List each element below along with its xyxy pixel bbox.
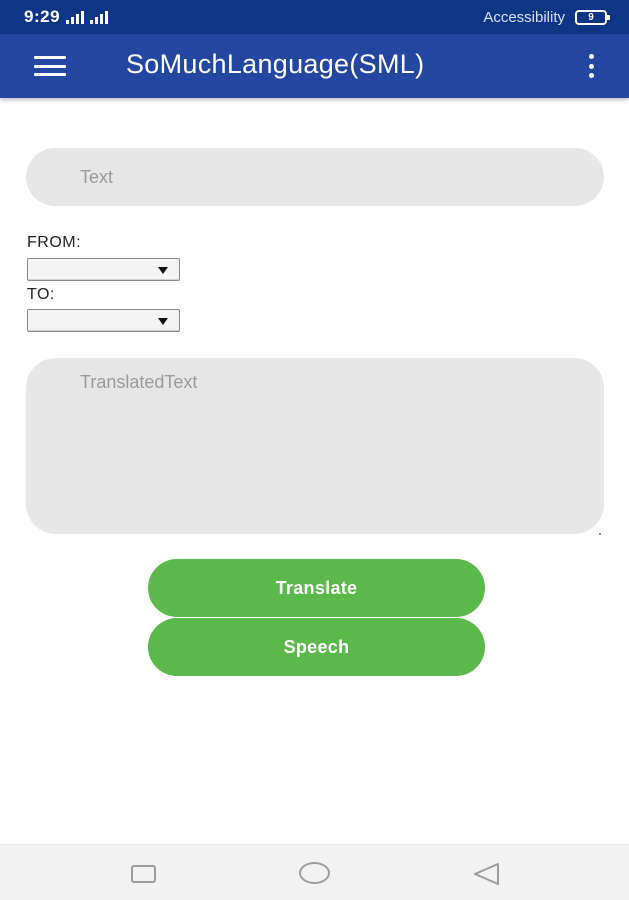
text-input[interactable]: [26, 148, 604, 206]
battery-icon: 9: [575, 9, 610, 25]
translate-button[interactable]: Translate: [148, 559, 485, 617]
navigation-bar: [0, 844, 629, 900]
signal-icon: [66, 10, 85, 24]
dropdown-arrow-icon: [158, 267, 168, 274]
speech-button[interactable]: Speech: [148, 618, 485, 676]
battery-level: 9: [588, 11, 594, 23]
status-left: 9:29: [24, 7, 109, 27]
dropdown-arrow-icon: [158, 318, 168, 325]
from-language-select[interactable]: [27, 258, 180, 281]
recents-square-icon[interactable]: [131, 865, 156, 883]
resize-handle: [599, 533, 601, 535]
back-triangle-icon[interactable]: [472, 862, 500, 886]
from-label: FROM:: [27, 234, 82, 251]
signal-icon-secondary: [90, 10, 109, 24]
app-bar: SoMuchLanguage(SML): [0, 34, 629, 98]
to-label: TO:: [27, 286, 55, 303]
accessibility-indicator: Accessibility: [483, 8, 565, 26]
app-title: SoMuchLanguage(SML): [126, 49, 425, 79]
app-screen: 9:29 Accessibility 9 SoMuchLanguage(SML)…: [0, 0, 629, 900]
menu-icon[interactable]: [34, 56, 66, 76]
to-language-select[interactable]: [27, 309, 180, 332]
home-circle-icon[interactable]: [299, 862, 330, 884]
more-vert-icon[interactable]: [579, 54, 603, 78]
translated-text-area[interactable]: [26, 358, 604, 534]
status-bar: 9:29 Accessibility 9: [0, 0, 629, 34]
status-right: Accessibility 9: [483, 8, 610, 26]
status-time: 9:29: [24, 7, 61, 26]
